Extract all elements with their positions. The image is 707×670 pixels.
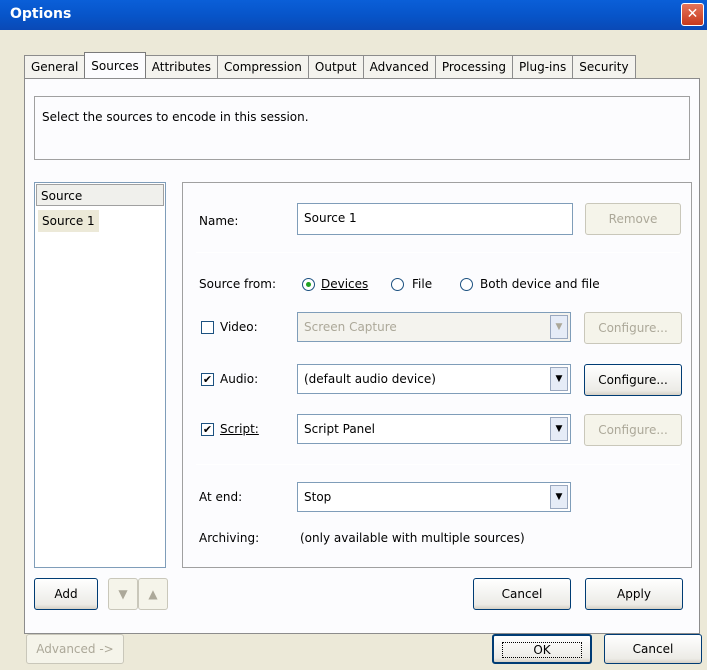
- video-checkbox[interactable]: [201, 321, 214, 334]
- description-text: Select the sources to encode in this ses…: [42, 110, 309, 124]
- script-label[interactable]: Script:: [220, 422, 259, 436]
- at-end-label: At end:: [199, 490, 243, 504]
- add-button[interactable]: Add: [34, 578, 98, 610]
- tab-attributes[interactable]: Attributes: [144, 55, 219, 78]
- tab-processing[interactable]: Processing: [434, 55, 513, 78]
- radio-file-label[interactable]: File: [412, 277, 432, 291]
- audio-configure-button[interactable]: Configure...: [584, 364, 682, 396]
- footer-cancel-button[interactable]: Cancel: [604, 634, 702, 664]
- cancel-button[interactable]: Cancel: [473, 578, 571, 610]
- ok-label: OK: [502, 642, 582, 658]
- script-value: Script Panel: [304, 422, 375, 436]
- chevron-down-icon[interactable]: ▼: [550, 315, 568, 339]
- radio-both-label[interactable]: Both device and file: [480, 277, 600, 291]
- tab-compression[interactable]: Compression: [217, 55, 309, 78]
- tab-strip: General Sources Attributes Compression O…: [24, 52, 636, 78]
- source-list[interactable]: [34, 182, 166, 568]
- name-label: Name:: [199, 214, 239, 228]
- description-box: [34, 96, 690, 160]
- name-field[interactable]: Source 1: [297, 203, 573, 235]
- script-configure-button[interactable]: Configure...: [584, 414, 682, 446]
- tab-advanced[interactable]: Advanced: [362, 55, 436, 78]
- ok-button[interactable]: OK: [492, 634, 592, 664]
- checkmark-icon: ✔: [202, 423, 213, 436]
- audio-checkbox[interactable]: ✔: [201, 373, 214, 386]
- radio-devices-label[interactable]: Devices: [321, 277, 368, 291]
- move-down-button[interactable]: ▼: [108, 578, 138, 610]
- window-title: Options: [10, 6, 72, 22]
- arrow-up-icon: ▲: [148, 587, 158, 601]
- script-checkbox[interactable]: ✔: [201, 423, 214, 436]
- advanced-button[interactable]: Advanced ->: [26, 634, 124, 664]
- apply-button[interactable]: Apply: [585, 578, 683, 610]
- remove-button[interactable]: Remove: [585, 203, 681, 235]
- audio-device-value: (default audio device): [304, 372, 436, 386]
- close-icon: ✕: [686, 6, 699, 22]
- at-end-select[interactable]: Stop ▼: [297, 482, 571, 512]
- arrow-down-icon: ▼: [118, 587, 128, 601]
- archiving-label: Archiving:: [199, 531, 260, 545]
- video-label[interactable]: Video:: [220, 320, 258, 334]
- radio-devices[interactable]: [302, 278, 315, 291]
- script-select[interactable]: Script Panel ▼: [297, 414, 571, 444]
- chevron-down-icon[interactable]: ▼: [550, 367, 568, 391]
- source-list-header[interactable]: Source: [36, 184, 164, 206]
- radio-file[interactable]: [391, 278, 404, 291]
- video-device-value: Screen Capture: [304, 320, 397, 334]
- divider: [196, 464, 680, 465]
- tab-sources[interactable]: Sources: [84, 52, 146, 78]
- move-up-button[interactable]: ▲: [138, 578, 168, 610]
- source-from-label: Source from:: [199, 277, 276, 291]
- archiving-value: (only available with multiple sources): [300, 531, 525, 545]
- checkmark-icon: ✔: [202, 373, 213, 386]
- chevron-down-icon[interactable]: ▼: [550, 485, 568, 509]
- divider: [196, 252, 680, 253]
- chevron-down-icon[interactable]: ▼: [550, 417, 568, 441]
- tab-security[interactable]: Security: [572, 55, 636, 78]
- radio-both[interactable]: [460, 278, 473, 291]
- list-item[interactable]: Source 1: [38, 210, 99, 232]
- close-button[interactable]: ✕: [681, 3, 704, 26]
- at-end-value: Stop: [304, 490, 332, 504]
- title-bar[interactable]: [0, 0, 707, 30]
- tab-general[interactable]: General: [24, 55, 86, 78]
- video-device-select[interactable]: Screen Capture ▼: [297, 312, 571, 342]
- audio-label[interactable]: Audio:: [220, 372, 258, 386]
- audio-device-select[interactable]: (default audio device) ▼: [297, 364, 571, 394]
- tab-plug-ins[interactable]: Plug-ins: [511, 55, 574, 78]
- tab-output[interactable]: Output: [307, 55, 364, 78]
- video-configure-button[interactable]: Configure...: [584, 312, 682, 344]
